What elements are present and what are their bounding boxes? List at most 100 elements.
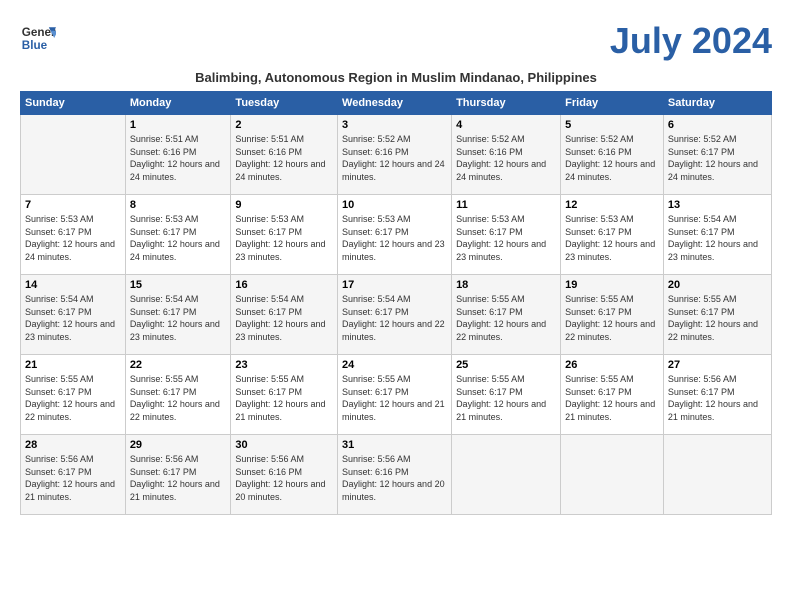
day-number: 31 — [342, 439, 447, 451]
calendar-cell: 22Sunrise: 5:55 AMSunset: 6:17 PMDayligh… — [125, 355, 231, 435]
calendar-cell: 17 Sunrise: 5:54 AMSunset: 6:17 PMDayligh… — [338, 275, 452, 355]
day-info: Sunrise: 5:55 AMSunset: 6:17 PMDaylight:… — [25, 373, 121, 423]
weekday-header-thursday: Thursday — [452, 92, 561, 115]
day-info: Sunrise: 5:55 AMSunset: 6:17 PMDaylight:… — [668, 293, 767, 343]
day-number: 18 — [456, 279, 556, 291]
day-info: Sunrise: 5:55 AMSunset: 6:17 PMDaylight:… — [235, 373, 333, 423]
calendar-subtitle: Balimbing, Autonomous Region in Muslim M… — [20, 70, 772, 85]
calendar-cell: 24 Sunrise: 5:55 AMSunset: 6:17 PMDayligh… — [338, 355, 452, 435]
calendar-cell: 29Sunrise: 5:56 AMSunset: 6:17 PMDayligh… — [125, 435, 231, 515]
weekday-header-saturday: Saturday — [663, 92, 771, 115]
svg-text:Blue: Blue — [22, 39, 48, 52]
calendar-table: SundayMondayTuesdayWednesdayThursdayFrid… — [20, 91, 772, 515]
calendar-cell — [21, 115, 126, 195]
calendar-cell: 2Sunrise: 5:51 AMSunset: 6:16 PMDaylight… — [231, 115, 338, 195]
calendar-cell: 27 Sunrise: 5:56 AMSunset: 6:17 PMDayligh… — [663, 355, 771, 435]
calendar-cell: 23Sunrise: 5:55 AMSunset: 6:17 PMDayligh… — [231, 355, 338, 435]
calendar-week-row: 21Sunrise: 5:55 AMSunset: 6:17 PMDayligh… — [21, 355, 772, 435]
calendar-cell: 15 Sunrise: 5:54 AMSunset: 6:17 PMDayligh… — [125, 275, 231, 355]
day-number: 1 — [130, 119, 227, 131]
calendar-cell: 10 Sunrise: 5:53 AMSunset: 6:17 PMDayligh… — [338, 195, 452, 275]
weekday-header-sunday: Sunday — [21, 92, 126, 115]
logo: General Blue — [20, 20, 56, 56]
day-number: 9 — [235, 199, 333, 211]
calendar-cell: 9 Sunrise: 5:53 AMSunset: 6:17 PMDaylight… — [231, 195, 338, 275]
day-number: 19 — [565, 279, 659, 291]
day-info: Sunrise: 5:54 AMSunset: 6:17 PMDaylight:… — [130, 293, 227, 343]
calendar-cell: 7 Sunrise: 5:53 AMSunset: 6:17 PMDaylight… — [21, 195, 126, 275]
calendar-cell: 25 Sunrise: 5:55 AMSunset: 6:17 PMDayligh… — [452, 355, 561, 435]
day-number: 5 — [565, 119, 659, 131]
day-info: Sunrise: 5:56 AMSunset: 6:16 PMDaylight:… — [342, 453, 447, 503]
day-number: 29 — [130, 439, 227, 451]
day-number: 26 — [565, 359, 659, 371]
day-number: 10 — [342, 199, 447, 211]
day-info: Sunrise: 5:53 AMSunset: 6:17 PMDaylight:… — [342, 213, 447, 263]
day-info: Sunrise: 5:56 AMSunset: 6:16 PMDaylight:… — [235, 453, 333, 503]
day-info: Sunrise: 5:55 AMSunset: 6:17 PMDaylight:… — [342, 373, 447, 423]
calendar-cell — [663, 435, 771, 515]
calendar-cell — [452, 435, 561, 515]
day-number: 4 — [456, 119, 556, 131]
calendar-cell: 11 Sunrise: 5:53 AMSunset: 6:17 PMDayligh… — [452, 195, 561, 275]
header: General Blue July 2024 — [20, 20, 772, 62]
calendar-cell: 19 Sunrise: 5:55 AMSunset: 6:17 PMDayligh… — [561, 275, 664, 355]
day-info: Sunrise: 5:56 AMSunset: 6:17 PMDaylight:… — [668, 373, 767, 423]
calendar-cell: 8 Sunrise: 5:53 AMSunset: 6:17 PMDaylight… — [125, 195, 231, 275]
day-info: Sunrise: 5:52 AMSunset: 6:16 PMDaylight:… — [565, 133, 659, 183]
day-info: Sunrise: 5:54 AMSunset: 6:17 PMDaylight:… — [25, 293, 121, 343]
weekday-header-wednesday: Wednesday — [338, 92, 452, 115]
day-info: Sunrise: 5:52 AMSunset: 6:16 PMDaylight:… — [342, 133, 447, 183]
calendar-cell: 26 Sunrise: 5:55 AMSunset: 6:17 PMDayligh… — [561, 355, 664, 435]
day-number: 14 — [25, 279, 121, 291]
calendar-cell: 18 Sunrise: 5:55 AMSunset: 6:17 PMDayligh… — [452, 275, 561, 355]
day-info: Sunrise: 5:53 AMSunset: 6:17 PMDaylight:… — [130, 213, 227, 263]
day-number: 8 — [130, 199, 227, 211]
day-number: 13 — [668, 199, 767, 211]
day-info: Sunrise: 5:53 AMSunset: 6:17 PMDaylight:… — [235, 213, 333, 263]
day-number: 27 — [668, 359, 767, 371]
day-info: Sunrise: 5:54 AMSunset: 6:17 PMDaylight:… — [668, 213, 767, 263]
calendar-cell: 16Sunrise: 5:54 AMSunset: 6:17 PMDayligh… — [231, 275, 338, 355]
day-info: Sunrise: 5:56 AMSunset: 6:17 PMDaylight:… — [25, 453, 121, 503]
calendar-cell — [561, 435, 664, 515]
day-info: Sunrise: 5:54 AMSunset: 6:17 PMDaylight:… — [235, 293, 333, 343]
day-number: 25 — [456, 359, 556, 371]
weekday-header-row: SundayMondayTuesdayWednesdayThursdayFrid… — [21, 92, 772, 115]
calendar-cell: 28 Sunrise: 5:56 AMSunset: 6:17 PMDayligh… — [21, 435, 126, 515]
day-info: Sunrise: 5:55 AMSunset: 6:17 PMDaylight:… — [456, 373, 556, 423]
calendar-cell: 5 Sunrise: 5:52 AMSunset: 6:16 PMDaylight… — [561, 115, 664, 195]
logo-icon: General Blue — [20, 20, 56, 56]
calendar-cell: 31 Sunrise: 5:56 AMSunset: 6:16 PMDayligh… — [338, 435, 452, 515]
day-info: Sunrise: 5:53 AMSunset: 6:17 PMDaylight:… — [25, 213, 121, 263]
day-number: 11 — [456, 199, 556, 211]
calendar-cell: 30 Sunrise: 5:56 AMSunset: 6:16 PMDayligh… — [231, 435, 338, 515]
day-number: 12 — [565, 199, 659, 211]
day-number: 17 — [342, 279, 447, 291]
day-info: Sunrise: 5:55 AMSunset: 6:17 PMDaylight:… — [565, 373, 659, 423]
day-number: 28 — [25, 439, 121, 451]
calendar-cell: 13 Sunrise: 5:54 AMSunset: 6:17 PMDayligh… — [663, 195, 771, 275]
day-info: Sunrise: 5:53 AMSunset: 6:17 PMDaylight:… — [565, 213, 659, 263]
day-number: 15 — [130, 279, 227, 291]
month-title: July 2024 — [610, 20, 772, 62]
calendar-cell: 6Sunrise: 5:52 AMSunset: 6:17 PMDaylight… — [663, 115, 771, 195]
day-info: Sunrise: 5:53 AMSunset: 6:17 PMDaylight:… — [456, 213, 556, 263]
day-number: 24 — [342, 359, 447, 371]
calendar-week-row: 14 Sunrise: 5:54 AMSunset: 6:17 PMDayligh… — [21, 275, 772, 355]
calendar-week-row: 1Sunrise: 5:51 AMSunset: 6:16 PMDaylight… — [21, 115, 772, 195]
day-info: Sunrise: 5:55 AMSunset: 6:17 PMDaylight:… — [565, 293, 659, 343]
day-number: 30 — [235, 439, 333, 451]
day-number: 2 — [235, 119, 333, 131]
day-number: 20 — [668, 279, 767, 291]
weekday-header-friday: Friday — [561, 92, 664, 115]
calendar-week-row: 28 Sunrise: 5:56 AMSunset: 6:17 PMDayligh… — [21, 435, 772, 515]
day-number: 7 — [25, 199, 121, 211]
calendar-cell: 1Sunrise: 5:51 AMSunset: 6:16 PMDaylight… — [125, 115, 231, 195]
day-info: Sunrise: 5:55 AMSunset: 6:17 PMDaylight:… — [130, 373, 227, 423]
day-info: Sunrise: 5:55 AMSunset: 6:17 PMDaylight:… — [456, 293, 556, 343]
day-info: Sunrise: 5:54 AMSunset: 6:17 PMDaylight:… — [342, 293, 447, 343]
calendar-cell: 3Sunrise: 5:52 AMSunset: 6:16 PMDaylight… — [338, 115, 452, 195]
calendar-cell: 21Sunrise: 5:55 AMSunset: 6:17 PMDayligh… — [21, 355, 126, 435]
day-info: Sunrise: 5:52 AMSunset: 6:16 PMDaylight:… — [456, 133, 556, 183]
